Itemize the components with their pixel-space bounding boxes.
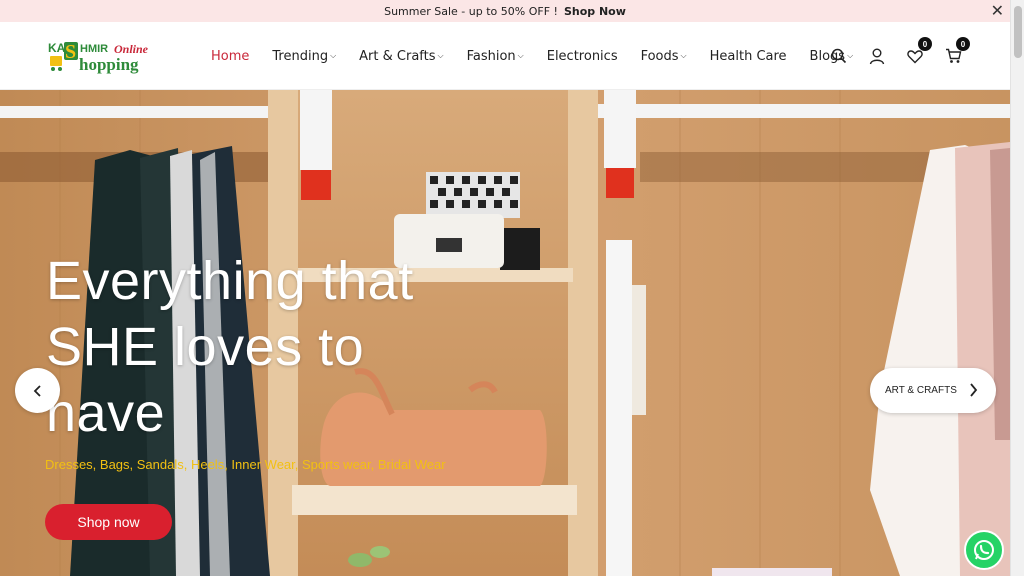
wishlist-heart-icon[interactable]: 0	[904, 37, 932, 67]
nav-item-health-care[interactable]: Health Care	[710, 49, 787, 64]
cart-icon[interactable]: 0	[942, 37, 970, 67]
search-icon[interactable]	[828, 45, 850, 67]
main-nav: Home Trending ⌵ Art & Crafts ⌵ Fashion ⌵ Electr…	[211, 22, 876, 90]
slider-prev-button[interactable]	[15, 368, 60, 413]
chevron-down-icon: ⌵	[437, 51, 444, 60]
nav-item-home[interactable]: Home	[211, 49, 249, 64]
nav-item-label: Foods	[640, 48, 679, 64]
nav-item-label: Electronics	[546, 48, 618, 64]
logo-cart-shape	[50, 56, 62, 66]
hero-slider: Everything that SHE loves to have Dresse…	[0, 90, 1010, 576]
nav-item-label: Health Care	[709, 48, 787, 64]
nav-item-fashion[interactable]: Fashion ⌵	[467, 49, 524, 64]
chevron-left-icon	[33, 384, 41, 397]
hero-heading-line3: have	[46, 383, 166, 443]
nav-item-label: Art & Crafts	[359, 48, 436, 64]
logo-text-hmir: HMIR	[80, 43, 108, 55]
hero-subtitle: Dresses, Bags, Sandals, Heels, Inner Wea…	[45, 457, 446, 472]
svg-text:S: S	[65, 41, 76, 63]
site-logo[interactable]: KA S HMIR Online hopping	[46, 38, 161, 76]
nav-item-foods[interactable]: Foods ⌵	[641, 49, 687, 64]
chevron-right-icon	[970, 383, 978, 397]
next-slide-label: ART & CRAFTS	[885, 385, 957, 396]
chevron-down-icon: ⌵	[680, 51, 687, 60]
hero-heading-line1: Everything that	[46, 251, 414, 311]
site-header: KA S HMIR Online hopping Home Trending ⌵ Ar…	[0, 22, 1010, 90]
nav-item-label: Home	[211, 48, 250, 64]
nav-item-electronics[interactable]: Electronics	[547, 49, 618, 64]
chevron-down-icon: ⌵	[330, 51, 337, 60]
announcement-text: Summer Sale - up to 50% OFF !	[384, 4, 558, 18]
nav-item-label: Trending	[272, 48, 329, 64]
nav-item-art-crafts[interactable]: Art & Crafts ⌵	[359, 49, 443, 64]
slider-next-button[interactable]: ART & CRAFTS	[870, 368, 996, 413]
logo-text-hopping: hopping	[79, 55, 139, 74]
nav-item-label: Fashion	[466, 48, 516, 64]
page-scrollbar[interactable]	[1010, 0, 1024, 576]
header-icons: 0 0	[828, 22, 980, 90]
hero-heading-line2: SHE loves to	[46, 317, 365, 377]
close-icon[interactable]: ✕	[991, 2, 1004, 20]
whatsapp-icon	[974, 540, 994, 560]
cart-count-badge: 0	[956, 37, 970, 51]
announcement-shop-now-link[interactable]: Shop Now	[564, 5, 626, 18]
hero-heading: Everything that SHE loves to have	[46, 248, 466, 446]
nav-item-trending[interactable]: Trending ⌵	[272, 49, 336, 64]
wishlist-count-badge: 0	[918, 37, 932, 51]
user-icon[interactable]	[866, 45, 888, 67]
chevron-down-icon: ⌵	[517, 51, 524, 60]
whatsapp-chat-button[interactable]	[964, 530, 1004, 570]
logo-text-online: Online	[114, 42, 149, 56]
shop-now-button[interactable]: Shop now	[45, 504, 172, 540]
logo-text-ka: KA	[48, 41, 66, 55]
scrollbar-thumb[interactable]	[1014, 6, 1022, 58]
announcement-bar: Summer Sale - up to 50% OFF ! Shop Now ✕	[0, 0, 1010, 22]
